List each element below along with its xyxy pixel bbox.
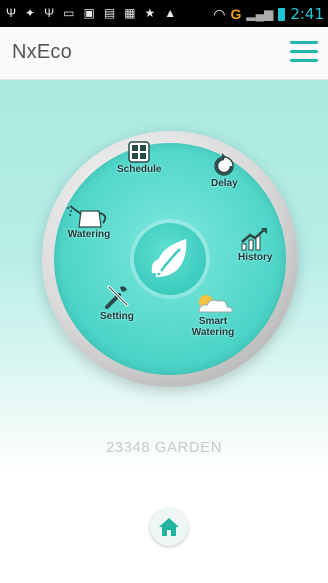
network-type: G <box>230 6 242 22</box>
battery-icon <box>278 7 286 21</box>
garden-name: 23348 GARDEN <box>105 439 223 456</box>
menu-icon <box>290 41 318 44</box>
menu-icon <box>290 59 318 62</box>
android-icon: ✦ <box>25 6 36 20</box>
image-icon: ▤ <box>103 6 116 20</box>
history-button[interactable]: History <box>238 226 272 263</box>
schedule-button[interactable]: Schedule <box>117 140 161 175</box>
setting-label: Setting <box>100 311 134 322</box>
clock: 2:41 <box>290 5 324 23</box>
leaf-icon <box>151 239 187 277</box>
watering-can-icon <box>67 205 107 228</box>
status-bar: Ψ ✦ Ψ ▭ ▣ ▤ ▦ ★ ▲ ◠ G ▂▄▆ 2:41 <box>0 0 328 27</box>
delay-refresh-icon <box>214 153 235 176</box>
watering-label: Watering <box>67 229 111 240</box>
control-dial: Schedule Delay History Smart Watering Se… <box>42 131 298 387</box>
smart-watering-button[interactable]: Smart Watering <box>178 290 248 338</box>
chart-trend-icon <box>241 228 268 251</box>
sun-cloud-icon <box>198 295 233 313</box>
menu-icon <box>290 50 318 53</box>
leaf-center-button[interactable] <box>134 223 206 295</box>
warning-icon: ▲ <box>164 6 177 20</box>
app-icon: ▦ <box>124 6 136 20</box>
signal-icon: ▂▄▆ <box>246 7 274 21</box>
notification-icons: Ψ ✦ Ψ ▭ ▣ ▤ ▦ ★ ▲ <box>6 6 176 20</box>
home-icon <box>159 518 179 536</box>
tools-icon <box>104 285 129 309</box>
home-button[interactable] <box>150 508 188 546</box>
setting-button[interactable]: Setting <box>100 283 134 322</box>
app-title: NxEco <box>12 41 72 63</box>
history-label: History <box>238 252 273 263</box>
usb-icon: Ψ <box>6 6 17 20</box>
watering-button[interactable]: Watering <box>67 201 111 240</box>
wifi-icon: ◠ <box>213 5 226 22</box>
app-bar: NxEco <box>0 27 328 80</box>
star-icon: ★ <box>144 6 156 20</box>
app-icon: ▣ <box>83 6 95 20</box>
schedule-label: Schedule <box>117 164 162 175</box>
delay-button[interactable]: Delay <box>211 152 238 189</box>
voicemail-icon: ▭ <box>63 6 75 20</box>
delay-label: Delay <box>211 178 238 189</box>
smart-watering-label: Smart Watering <box>191 316 235 338</box>
system-indicators: ◠ G ▂▄▆ 2:41 <box>213 5 324 23</box>
usb-icon: Ψ <box>44 6 55 20</box>
calendar-grid-icon <box>128 141 150 163</box>
dial-face: Schedule Delay History Smart Watering Se… <box>54 140 286 375</box>
menu-button[interactable] <box>290 39 318 65</box>
